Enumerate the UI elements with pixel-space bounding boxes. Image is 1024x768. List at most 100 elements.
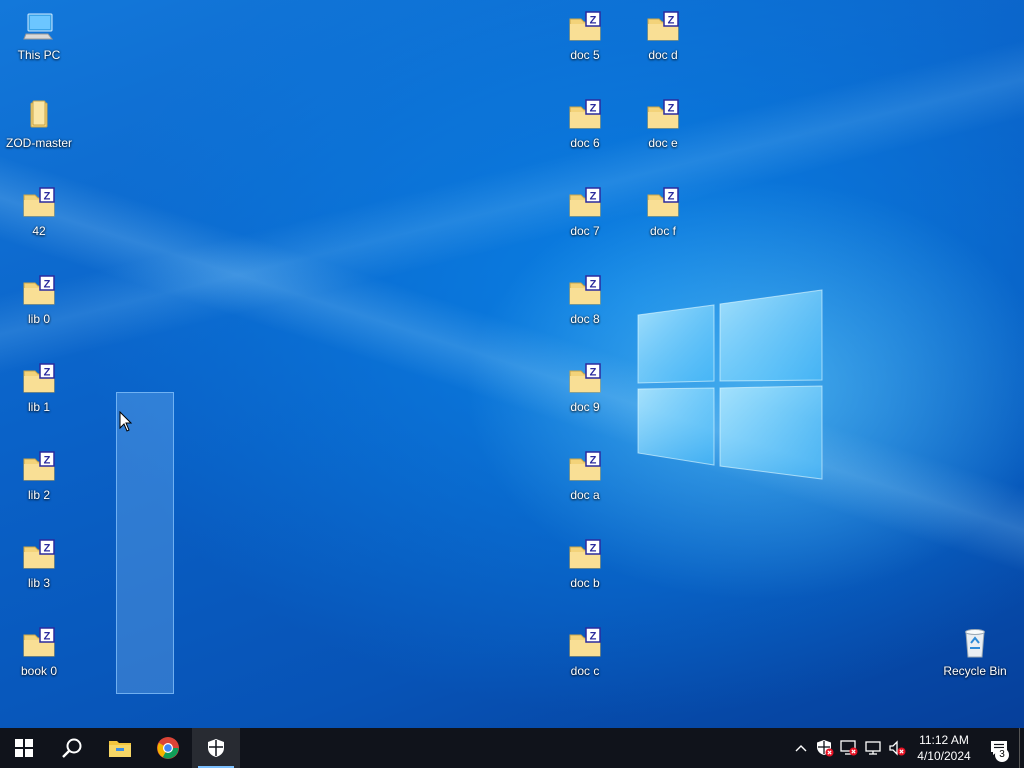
search-icon [62, 738, 82, 758]
zipped-folder-icon: Z [646, 186, 680, 220]
zipped-folder-icon: Z [22, 626, 56, 660]
svg-text:Z: Z [44, 455, 51, 467]
desktop-icon-42[interactable]: Z 42 [2, 182, 76, 248]
icon-label: doc a [570, 488, 600, 502]
svg-text:Z: Z [44, 279, 51, 291]
desktop-icon-doc-9[interactable]: Z doc 9 [548, 358, 622, 424]
desktop-icon-lib-1[interactable]: Z lib 1 [2, 358, 76, 424]
icon-label: doc c [570, 664, 600, 678]
action-center-button[interactable]: 3 [979, 728, 1019, 768]
icon-label: doc 6 [570, 136, 600, 150]
icon-label: lib 3 [27, 576, 50, 590]
desktop-icon-doc-8[interactable]: Z doc 8 [548, 270, 622, 336]
icon-label: doc b [570, 576, 600, 590]
security-warning-icon [817, 740, 834, 757]
svg-text:Z: Z [44, 543, 51, 555]
windows-start-icon [15, 739, 33, 757]
taskbar-chrome[interactable] [144, 728, 192, 768]
system-tray: 11:12 AM 4/10/2024 3 [789, 728, 1024, 768]
search-button[interactable] [48, 728, 96, 768]
svg-text:Z: Z [44, 367, 51, 379]
icon-label: doc d [648, 48, 678, 62]
icon-label: Recycle Bin [943, 664, 1007, 678]
desktop-icon-book-0[interactable]: Z book 0 [2, 622, 76, 688]
zipped-folder-icon: Z [22, 538, 56, 572]
desktop-icon-this-pc[interactable]: This PC [2, 6, 76, 72]
svg-text:Z: Z [590, 191, 597, 203]
clock[interactable]: 11:12 AM 4/10/2024 [909, 732, 979, 764]
folder-icon [22, 98, 56, 132]
icon-label: doc 7 [570, 224, 600, 238]
svg-text:Z: Z [44, 631, 51, 643]
zipped-folder-icon: Z [22, 274, 56, 308]
zipped-folder-icon: Z [22, 362, 56, 396]
svg-text:Z: Z [590, 455, 597, 467]
mouse-cursor-icon [119, 411, 133, 432]
zipped-folder-icon: Z [568, 362, 602, 396]
icon-label: This PC [17, 48, 61, 62]
desktop-icon-doc-5[interactable]: Z doc 5 [548, 6, 622, 72]
tray-network[interactable] [861, 728, 885, 768]
icon-label: lib 1 [27, 400, 50, 414]
desktop-icon-doc-c[interactable]: Z doc c [548, 622, 622, 688]
desktop-icon-doc-a[interactable]: Z doc a [548, 446, 622, 512]
svg-text:Z: Z [590, 15, 597, 27]
svg-text:Z: Z [668, 15, 675, 27]
icon-label: doc 9 [570, 400, 600, 414]
shield-icon [208, 739, 224, 757]
computer-icon [22, 10, 56, 44]
file-explorer-icon [109, 741, 131, 757]
svg-text:Z: Z [44, 191, 51, 203]
zipped-folder-icon: Z [568, 626, 602, 660]
svg-text:Z: Z [668, 103, 675, 115]
zipped-folder-icon: Z [22, 450, 56, 484]
icon-label: 42 [32, 224, 46, 238]
desktop-icon-doc-f[interactable]: Z doc f [626, 182, 700, 248]
desktop-icon-recycle-bin[interactable]: Recycle Bin [938, 622, 1012, 688]
show-desktop-button[interactable] [1019, 728, 1024, 768]
chevron-up-icon [795, 745, 807, 752]
taskbar-windows-security[interactable] [192, 728, 240, 768]
zipped-folder-icon: Z [646, 10, 680, 44]
svg-text:Z: Z [590, 543, 597, 555]
zipped-folder-icon: Z [646, 98, 680, 132]
icon-label: doc 5 [570, 48, 600, 62]
zipped-folder-icon: Z [22, 186, 56, 220]
zipped-folder-icon: Z [568, 538, 602, 572]
desktop-icon-doc-e[interactable]: Z doc e [626, 94, 700, 160]
taskbar: 11:12 AM 4/10/2024 3 [0, 728, 1024, 768]
tray-network-status[interactable] [837, 728, 861, 768]
tray-volume[interactable] [885, 728, 909, 768]
clock-time: 11:12 AM [919, 733, 969, 747]
desktop-icon-doc-d[interactable]: Z doc d [626, 6, 700, 72]
zipped-folder-icon: Z [568, 10, 602, 44]
windows-logo-wallpaper [637, 289, 823, 480]
svg-text:Z: Z [590, 279, 597, 291]
icon-label: lib 2 [27, 488, 50, 502]
desktop-icon-lib-2[interactable]: Z lib 2 [2, 446, 76, 512]
icon-label: doc 8 [570, 312, 600, 326]
icon-label: lib 0 [27, 312, 50, 326]
desktop-icon-zod-master[interactable]: ZOD-master [2, 94, 76, 160]
start-button[interactable] [0, 728, 48, 768]
network-icon [865, 741, 881, 755]
desktop-icon-doc-7[interactable]: Z doc 7 [548, 182, 622, 248]
network-warning-icon [840, 740, 858, 756]
volume-muted-icon [889, 740, 906, 756]
zipped-folder-icon: Z [568, 186, 602, 220]
taskbar-file-explorer[interactable] [96, 728, 144, 768]
desktop-icon-lib-0[interactable]: Z lib 0 [2, 270, 76, 336]
desktop-icon-doc-b[interactable]: Z doc b [548, 534, 622, 600]
zipped-folder-icon: Z [568, 450, 602, 484]
desktop-icon-lib-3[interactable]: Z lib 3 [2, 534, 76, 600]
desktop[interactable]: This PC ZOD-master Z 42 Z lib 0 Z lib 1 … [0, 0, 1024, 728]
recycle-bin-icon [958, 626, 992, 660]
icon-label: doc f [649, 224, 676, 238]
svg-text:Z: Z [590, 103, 597, 115]
icon-label: book 0 [20, 664, 58, 678]
tray-security[interactable] [813, 728, 837, 768]
icon-label: ZOD-master [6, 136, 72, 150]
show-hidden-icons-button[interactable] [789, 728, 813, 768]
desktop-icon-doc-6[interactable]: Z doc 6 [548, 94, 622, 160]
icon-label: doc e [648, 136, 678, 150]
